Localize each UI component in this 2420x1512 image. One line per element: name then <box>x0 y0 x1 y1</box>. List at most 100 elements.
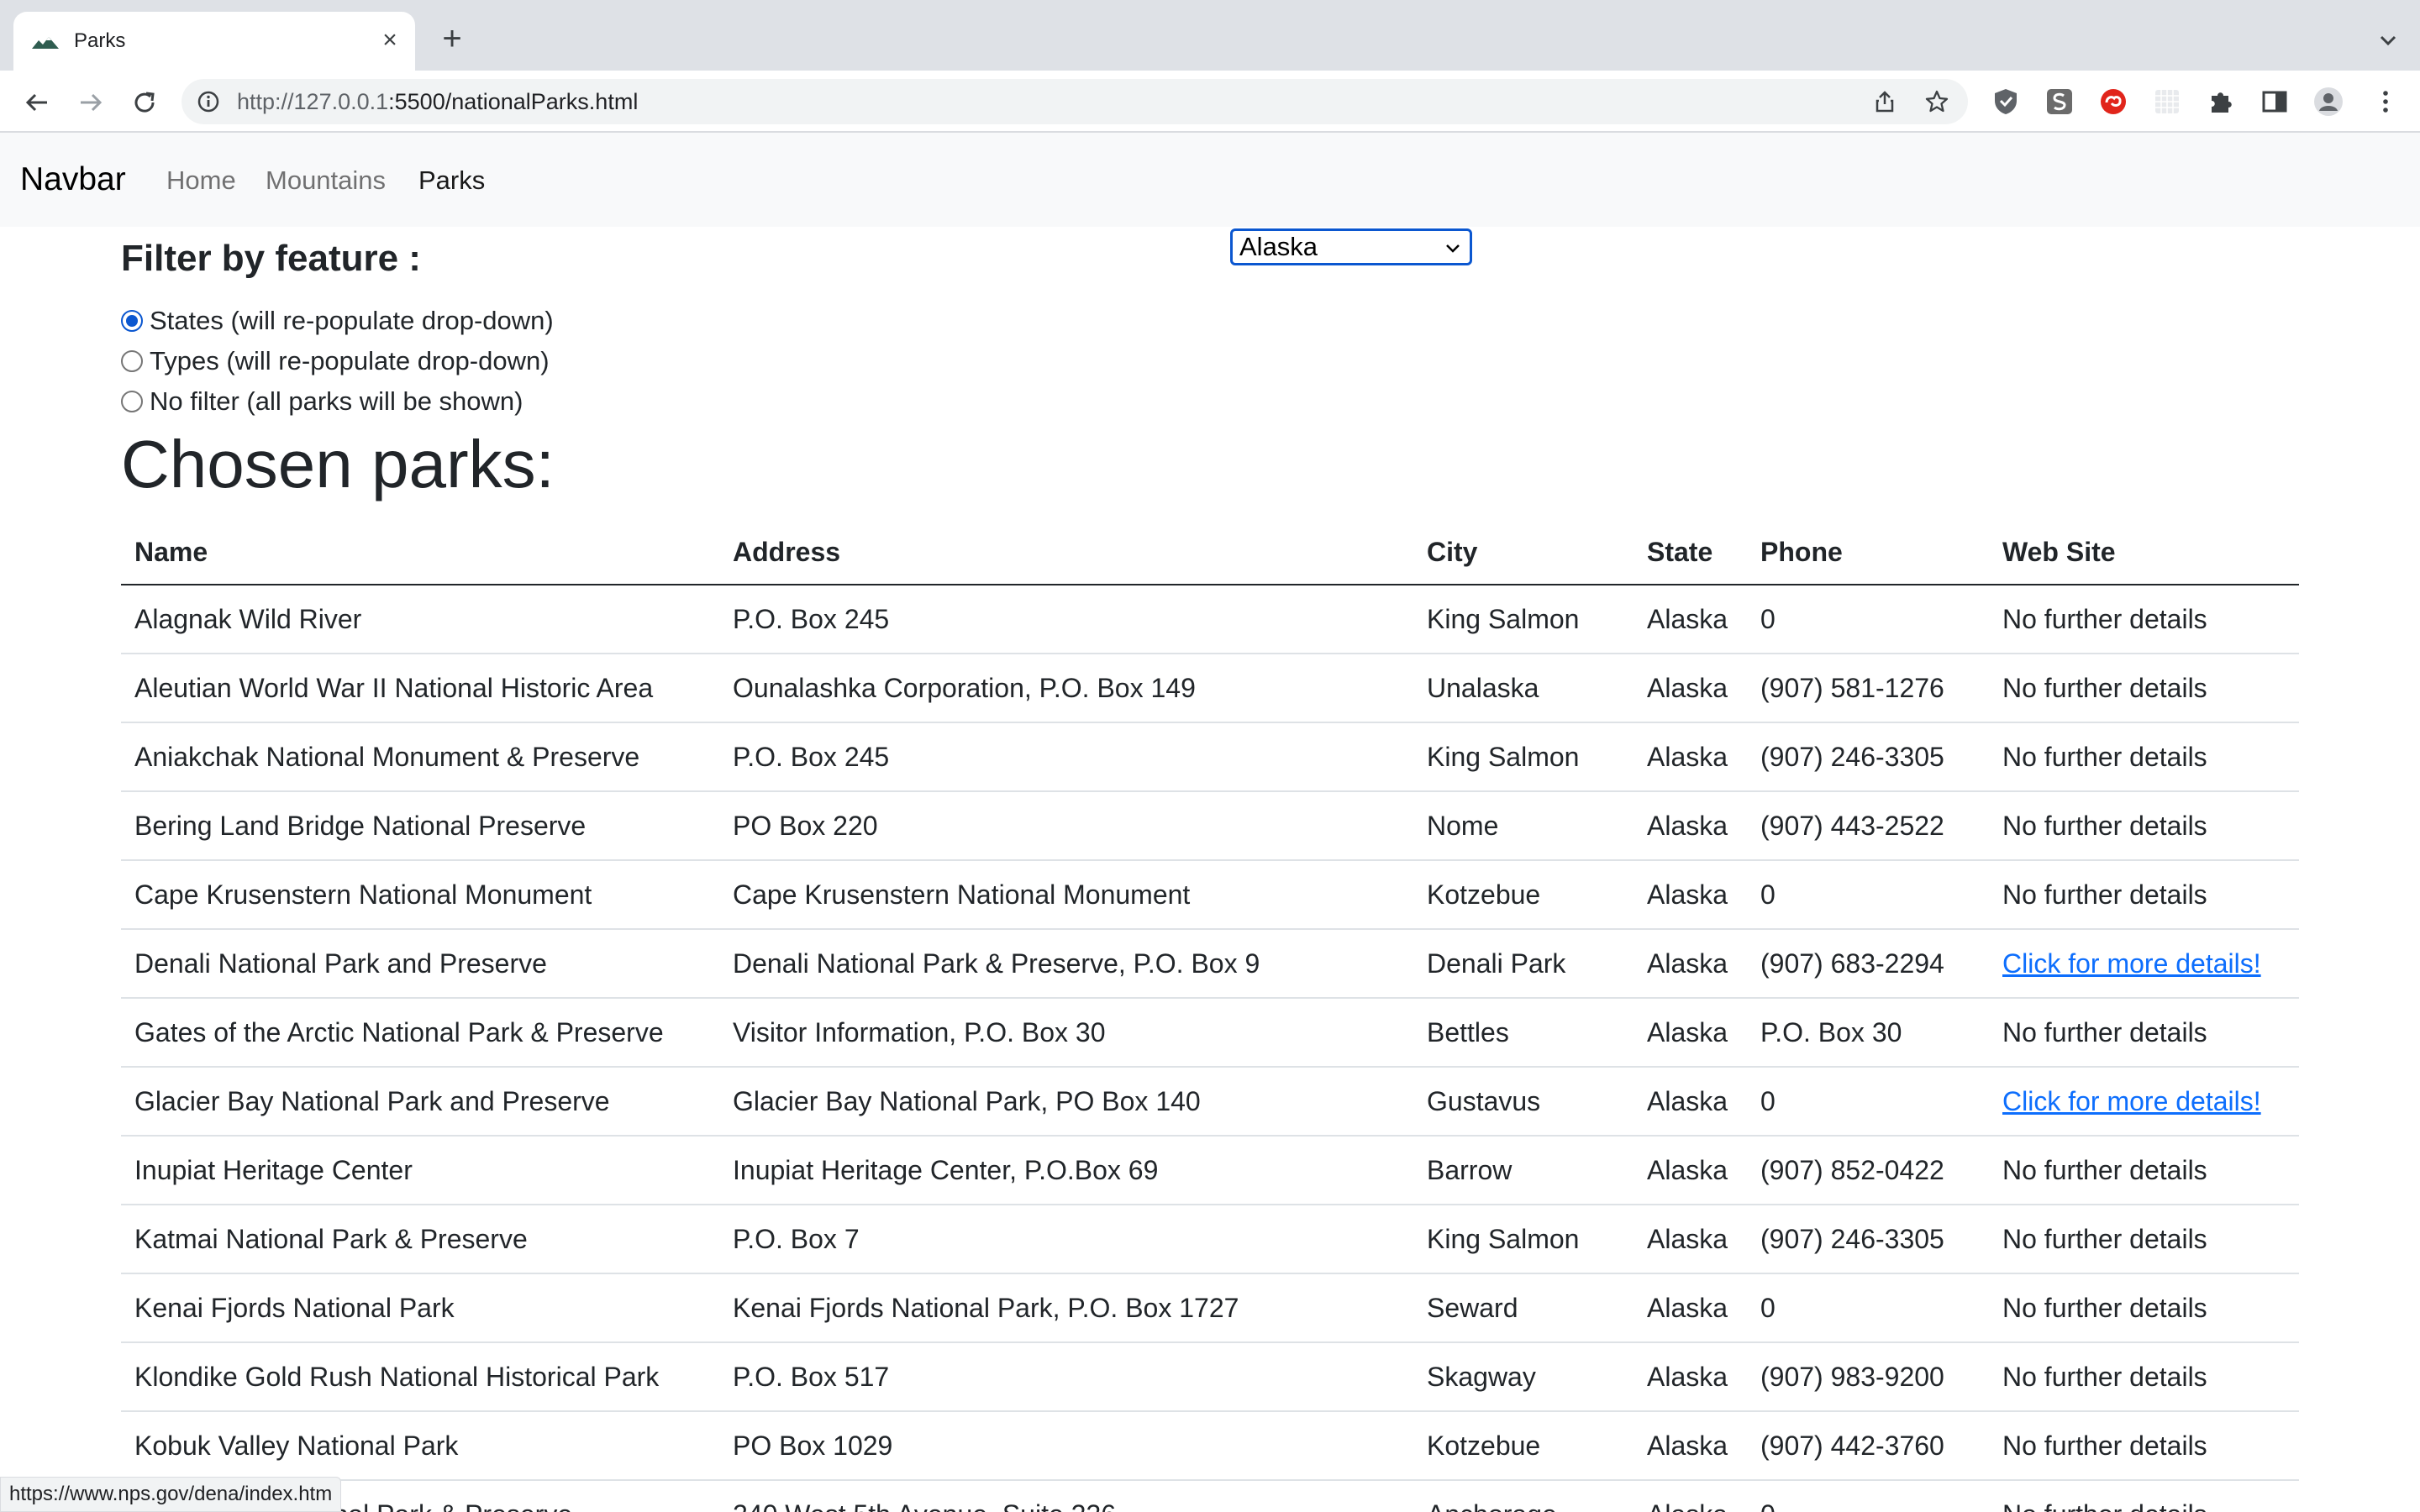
more-details-link[interactable]: Click for more details! <box>2002 1086 2261 1116</box>
cell-phone: (907) 683-2294 <box>1747 929 1989 999</box>
sidepanel-icon[interactable] <box>2259 86 2291 118</box>
cell-phone: 0 <box>1747 1067 1989 1137</box>
navbar-brand[interactable]: Navbar <box>20 161 126 198</box>
mountain-favicon-icon <box>32 37 59 49</box>
cell-website: No further details <box>1989 1411 2299 1481</box>
radio-states-button[interactable] <box>121 310 143 332</box>
column-header-state: State <box>1634 521 1747 585</box>
table-row: Inupiat Heritage Center Inupiat Heritage … <box>121 1136 2299 1205</box>
cell-city: Anchorage <box>1413 1480 1634 1512</box>
cell-state: Alaska <box>1634 585 1747 654</box>
nav-link-home[interactable]: Home <box>166 165 236 197</box>
table-row: Alagnak Wild River P.O. Box 245 King Salmo… <box>121 585 2299 654</box>
cell-state: Alaska <box>1634 1342 1747 1412</box>
cell-address: P.O. Box 517 <box>719 1342 1413 1412</box>
state-dropdown[interactable]: Alaska <box>1230 228 1472 265</box>
cell-website: No further details <box>1989 1205 2299 1274</box>
cell-website: No further details <box>1989 722 2299 792</box>
cell-address: Visitor Information, P.O. Box 30 <box>719 998 1413 1068</box>
cell-state: Alaska <box>1634 929 1747 999</box>
browser-toolbar: http://127.0.0.1:5500/nationalParks.html <box>0 71 2420 133</box>
cell-address: P.O. Box 245 <box>719 722 1413 792</box>
cell-phone: (907) 443-2522 <box>1747 791 1989 861</box>
column-header-city: City <box>1413 521 1634 585</box>
cell-phone: 0 <box>1747 1273 1989 1343</box>
profile-icon[interactable] <box>2312 86 2344 118</box>
cell-name: Cape Krusenstern National Monument <box>121 860 719 930</box>
creative-cloud-icon[interactable] <box>2097 86 2129 118</box>
cell-state: Alaska <box>1634 1067 1747 1137</box>
cell-city: Nome <box>1413 791 1634 861</box>
cell-city: Skagway <box>1413 1342 1634 1412</box>
table-row: Gates of the Arctic National Park & Pres… <box>121 998 2299 1068</box>
table-row: Kenai Fjords National Park Kenai Fjords N… <box>121 1273 2299 1343</box>
s-extension-icon[interactable] <box>2044 86 2075 118</box>
new-tab-icon[interactable]: + <box>435 22 469 55</box>
parks-table-body: Alagnak Wild River P.O. Box 245 King Salmo… <box>121 585 2299 1512</box>
cell-phone: 0 <box>1747 585 1989 654</box>
back-icon[interactable] <box>20 86 54 119</box>
cell-city: Bettles <box>1413 998 1634 1068</box>
share-icon[interactable] <box>1872 89 1897 114</box>
grid-extension-icon[interactable] <box>2151 86 2183 118</box>
radio-types-label[interactable]: Types (will re-populate drop-down) <box>150 344 550 378</box>
puzzle-icon[interactable] <box>2205 86 2237 118</box>
radio-types-button[interactable] <box>121 350 143 372</box>
cell-phone: 0 <box>1747 1480 1989 1512</box>
cell-city: Denali Park <box>1413 929 1634 999</box>
cell-name: Aleutian World War II National Historic … <box>121 654 719 723</box>
chosen-parks-title: Chosen parks: <box>121 427 555 501</box>
cell-state: Alaska <box>1634 722 1747 792</box>
cell-address: Ounalashka Corporation, P.O. Box 149 <box>719 654 1413 723</box>
nav-link-parks[interactable]: Parks <box>418 165 485 197</box>
cell-phone: (907) 246-3305 <box>1747 722 1989 792</box>
cell-city: Barrow <box>1413 1136 1634 1205</box>
cell-name: Klondike Gold Rush National Historical P… <box>121 1342 719 1412</box>
cell-address: PO Box 1029 <box>719 1411 1413 1481</box>
cell-address: P.O. Box 245 <box>719 585 1413 654</box>
star-icon[interactable] <box>1924 89 1949 114</box>
tab-search-chevron-icon[interactable] <box>2373 25 2403 55</box>
close-tab-icon[interactable]: × <box>375 25 405 55</box>
cell-state: Alaska <box>1634 1273 1747 1343</box>
cell-state: Alaska <box>1634 791 1747 861</box>
forward-icon[interactable] <box>74 86 108 119</box>
radio-no-filter-button[interactable] <box>121 391 143 412</box>
cell-phone: 0 <box>1747 860 1989 930</box>
cell-phone: (907) 581-1276 <box>1747 654 1989 723</box>
cell-phone: (907) 852-0422 <box>1747 1136 1989 1205</box>
table-row: Denali National Park and Preserve Denali … <box>121 929 2299 999</box>
cell-address: Cape Krusenstern National Monument <box>719 860 1413 930</box>
radio-states-label[interactable]: States (will re-populate drop-down) <box>150 304 554 338</box>
table-header-row: Name Address City State Phone Web Site <box>121 521 2299 585</box>
cell-name: Alagnak Wild River <box>121 585 719 654</box>
cell-website: No further details <box>1989 1136 2299 1205</box>
cell-website: No further details <box>1989 998 2299 1068</box>
url-path: :5500/nationalParks.html <box>388 89 639 114</box>
cell-website: No further details <box>1989 1480 2299 1512</box>
shield-extension-icon[interactable] <box>1990 86 2022 118</box>
column-header-phone: Phone <box>1747 521 1989 585</box>
info-icon[interactable] <box>197 90 220 113</box>
cell-name: Inupiat Heritage Center <box>121 1136 719 1205</box>
table-row: Aleutian World War II National Historic … <box>121 654 2299 723</box>
cell-name: Kobuk Valley National Park <box>121 1411 719 1481</box>
chevron-down-icon <box>1446 244 1460 253</box>
cell-city: Unalaska <box>1413 654 1634 723</box>
reload-icon[interactable] <box>128 86 161 119</box>
cell-state: Alaska <box>1634 1136 1747 1205</box>
cell-address: Kenai Fjords National Park, P.O. Box 172… <box>719 1273 1413 1343</box>
url-text[interactable]: http://127.0.0.1:5500/nationalParks.html <box>237 89 638 114</box>
cell-state: Alaska <box>1634 998 1747 1068</box>
browser-tab[interactable]: Parks × <box>13 12 415 71</box>
kebab-menu-icon[interactable] <box>2370 86 2402 118</box>
more-details-link[interactable]: Click for more details! <box>2002 948 2261 979</box>
cell-address: PO Box 220 <box>719 791 1413 861</box>
radio-no-filter-label[interactable]: No filter (all parks will be shown) <box>150 385 523 418</box>
cell-website: No further details <box>1989 1342 2299 1412</box>
navbar: Navbar Home Mountains Parks <box>0 133 2420 227</box>
table-row: Lake Clark National Park & Preserve240 W… <box>121 1480 2299 1512</box>
address-bar[interactable]: http://127.0.0.1:5500/nationalParks.html <box>182 79 1968 124</box>
nav-link-mountains[interactable]: Mountains <box>266 165 386 197</box>
cell-state: Alaska <box>1634 860 1747 930</box>
